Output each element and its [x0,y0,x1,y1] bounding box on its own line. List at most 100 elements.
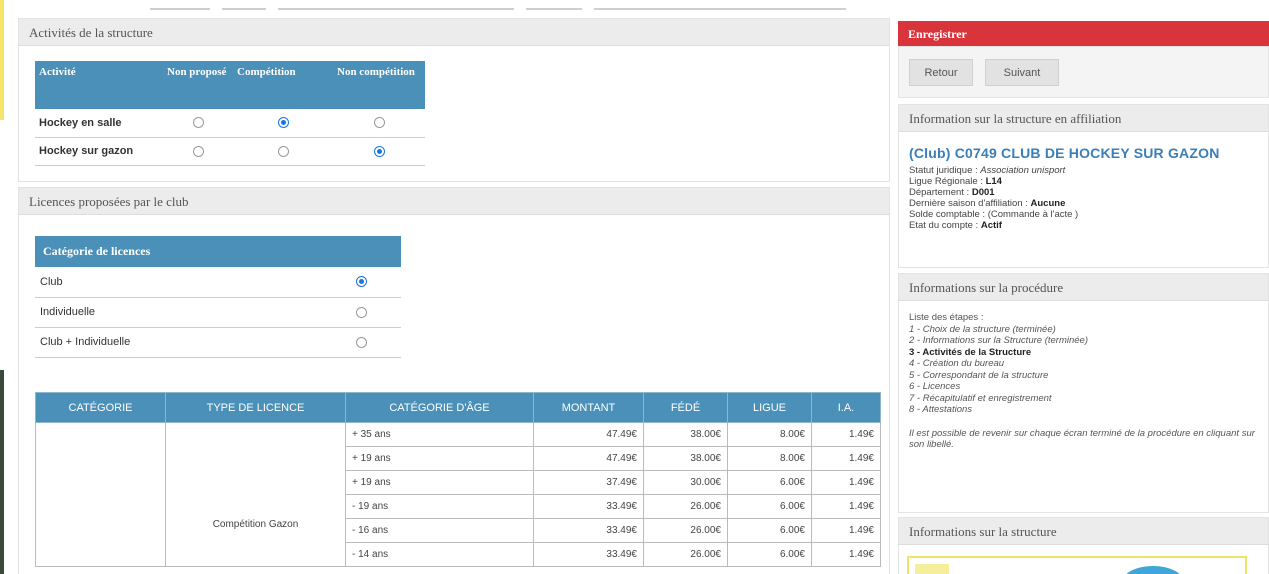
fede-cell: 26.00€ [643,494,728,519]
next-button[interactable]: Suivant [985,59,1059,86]
ia-cell: 1.49€ [811,494,881,519]
activity-row: Hockey en salle [35,109,425,138]
activity-radio[interactable] [373,117,385,129]
procedure-step[interactable]: 1 - Choix de la structure (terminée) [909,324,1259,336]
licence-option-radio[interactable] [355,276,367,288]
procedure-note: Il est possible de revenir sur chaque éc… [909,427,1255,451]
back-button[interactable]: Retour [909,59,973,86]
navigation-buttons: Retour Suivant [898,46,1269,98]
licence-option-label: Individuelle [35,297,321,328]
col-fede: FÉDÉ [643,392,728,423]
ia-cell: 1.49€ [811,422,881,447]
affiliation-line: Ligue Régionale : L14 [909,176,1078,187]
amount-cell: 33.49€ [533,542,644,567]
col-ia: I.A. [811,392,881,423]
licence-option-label: Club [35,267,321,298]
structure-info-panel: Informations sur la structure [898,517,1269,574]
affiliation-line: Etat du compte : Actif [909,220,1078,231]
top-tab[interactable] [278,0,514,10]
col-type-licence: TYPE DE LICENCE [165,392,346,423]
procedure-step: 3 - Activités de la Structure [909,346,1032,358]
licence-category-table: Catégorie de licences Club Individuelle Cl… [35,236,401,358]
affiliation-value: (Commande à l'acte ) [987,209,1079,220]
age-cell: - 16 ans [345,518,534,543]
procedure-step[interactable]: 8 - Attestations [909,404,1259,416]
col-non-propose: Non proposé [163,61,233,109]
table-row: Compétition Gazon + 35 ans 47.49€ 38.00€ 8.0… [35,422,881,567]
licences-panel: Licences proposées par le club Catégorie… [18,187,890,574]
top-tabs [150,0,846,12]
ligue-cell: 6.00€ [727,518,812,543]
licence-option-radio[interactable] [355,336,367,348]
age-cell: + 19 ans [345,446,534,471]
activity-radio[interactable] [192,145,204,157]
top-tab[interactable] [526,0,582,10]
structure-info-title: Informations sur la structure [899,518,1268,545]
top-tab[interactable] [150,0,210,10]
ia-cell: 1.49€ [811,470,881,495]
amount-cell: 37.49€ [533,470,644,495]
activities-title: Activités de la structure [19,19,889,46]
licence-option-row[interactable]: Club [35,267,401,298]
affiliation-label: Dernière saison d'affiliation : [909,198,1031,209]
licence-option-row[interactable]: Individuelle [35,297,401,328]
top-tab[interactable] [222,0,266,10]
save-button[interactable]: Enregistrer [898,21,1269,46]
age-cell: + 19 ans [345,470,534,495]
col-activite: Activité [35,61,163,109]
licence-option-label: Club + Individuelle [35,327,321,358]
activity-name: Hockey sur gazon [35,137,163,166]
ligue-cell: 8.00€ [727,422,812,447]
activity-radio[interactable] [373,145,385,157]
ligue-cell: 6.00€ [727,494,812,519]
licence-option-radio[interactable] [355,306,367,318]
ligue-cell: 8.00€ [727,446,812,471]
left-accent-strip [0,0,4,120]
top-tab[interactable] [594,0,846,10]
ligue-cell: 6.00€ [727,470,812,495]
fede-cell: 38.00€ [643,446,728,471]
affiliation-label: Département : [909,187,972,198]
age-cell: - 14 ans [345,542,534,567]
licences-title: Licences proposées par le club [19,188,889,215]
amount-cell: 47.49€ [533,422,644,447]
procedure-intro: Liste des étapes : [909,312,984,323]
licence-option-row[interactable]: Club + Individuelle [35,327,401,358]
activity-radio[interactable] [192,117,204,129]
activity-radio[interactable] [277,117,289,129]
fede-cell: 30.00€ [643,470,728,495]
procedure-step[interactable]: 6 - Licences [909,381,1259,393]
col-montant: MONTANT [533,392,644,423]
affiliation-value: Aucune [1030,198,1066,209]
amount-cell: 33.49€ [533,494,644,519]
procedure-step[interactable]: 2 - Informations sur la Structure (termi… [909,335,1259,347]
affiliation-line: Solde comptable : (Commande à l'acte ) [909,209,1078,220]
col-ligue: LIGUE [727,392,812,423]
affiliation-value: D001 [971,187,995,198]
col-categorie: CATÉGORIE [35,392,166,423]
procedure-step[interactable]: 4 - Création du bureau [909,358,1259,370]
affiliation-title: Information sur la structure en affiliat… [899,105,1268,132]
affiliation-value: L14 [985,176,1002,187]
amount-cell: 33.49€ [533,518,644,543]
activities-panel: Activités de la structure Activité Non p… [18,18,890,182]
affiliation-value: Association unisport [980,165,1066,176]
affiliation-label: Solde comptable : [909,209,988,220]
procedure-step[interactable]: 7 - Récapitulatif et enregistrement [909,393,1259,405]
activity-name: Hockey en salle [35,109,163,138]
ia-cell: 1.49€ [811,542,881,567]
age-cell: + 35 ans [345,422,534,447]
affiliation-value: Actif [980,220,1002,231]
procedure-steps: Liste des étapes : 1 - Choix de la struc… [909,312,1259,451]
procedure-step[interactable]: 5 - Correspondant de la structure [909,370,1259,382]
activities-table: Activité Non proposé Compétition Non com… [35,61,425,166]
affiliation-label: Statut juridique : [909,165,981,176]
ia-cell: 1.49€ [811,518,881,543]
affiliation-info-panel: Information sur la structure en affiliat… [898,104,1269,268]
fede-cell: 26.00€ [643,542,728,567]
activity-radio[interactable] [277,145,289,157]
fede-cell: 38.00€ [643,422,728,447]
col-non-competition: Non compétition [333,61,425,109]
ia-cell: 1.49€ [811,446,881,471]
category-cell [35,422,166,567]
